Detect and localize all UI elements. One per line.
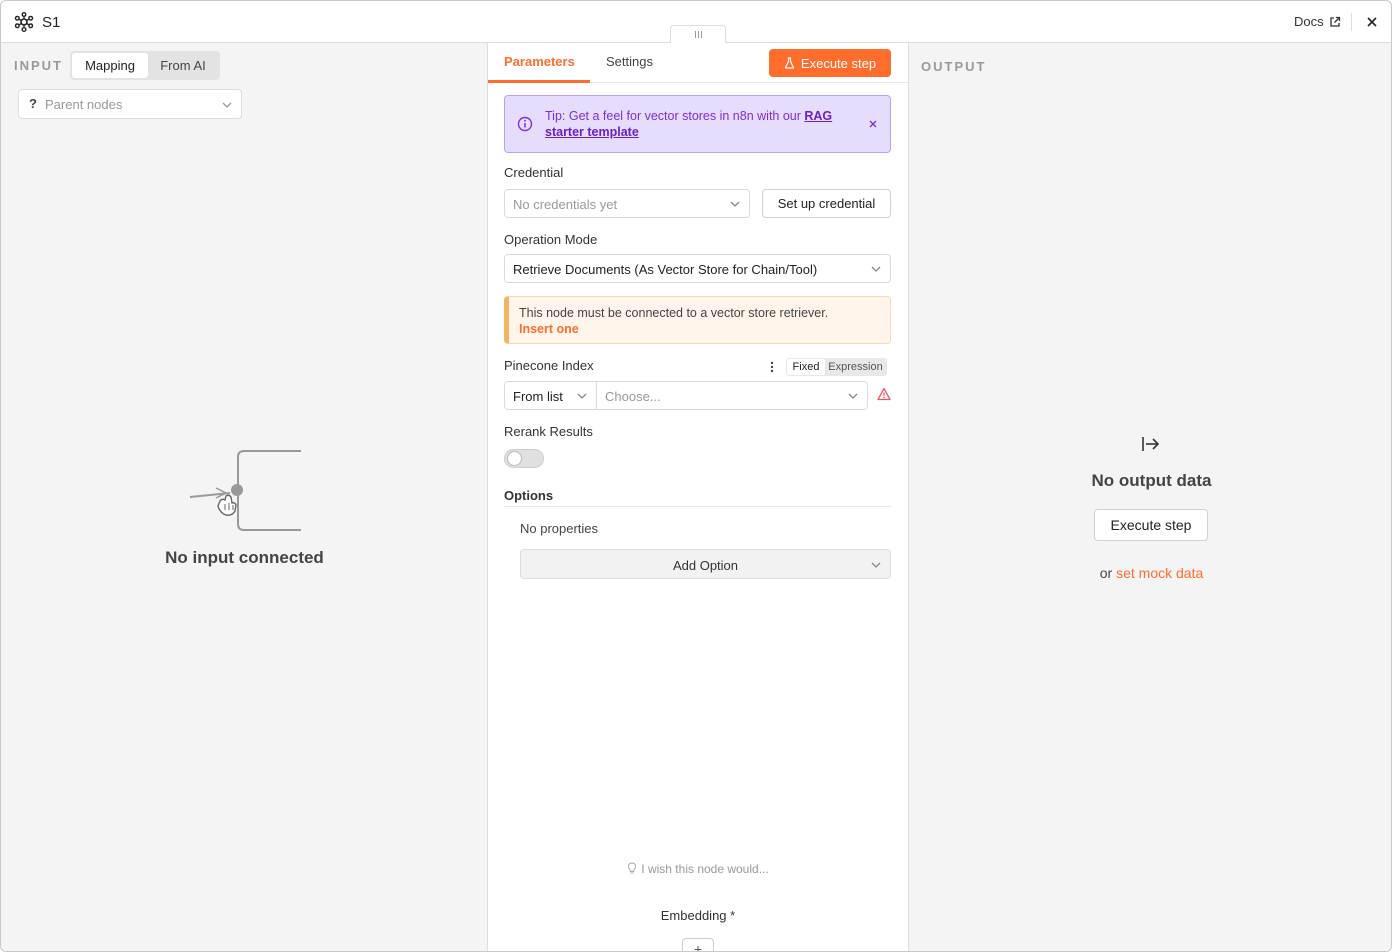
toggle-expression[interactable]: Expression — [825, 359, 886, 375]
close-tip-icon[interactable] — [868, 119, 878, 129]
no-input-message: No input connected — [165, 548, 324, 567]
pinecone-index-select[interactable]: Choose... — [596, 381, 868, 410]
chevron-down-icon — [871, 562, 881, 568]
operation-mode-value: Retrieve Documents (As Vector Store for … — [513, 262, 818, 277]
output-panel-label: OUTPUT — [921, 59, 987, 74]
drag-handle[interactable] — [670, 25, 726, 43]
execute-step-label: Execute step — [800, 55, 877, 71]
external-link-icon — [1329, 16, 1340, 27]
operation-mode-select[interactable]: Retrieve Documents (As Vector Store for … — [504, 254, 891, 283]
docs-label: Docs — [1294, 14, 1324, 29]
flask-icon — [784, 57, 795, 69]
set-mock-data-link[interactable]: set mock data — [1116, 565, 1203, 581]
credential-placeholder: No credentials yet — [513, 197, 618, 212]
switch-knob — [507, 451, 522, 466]
retriever-warning: This node must be connected to a vector … — [504, 296, 891, 344]
options-label: Options — [504, 488, 554, 503]
mock-data-line: or set mock data — [909, 565, 1391, 581]
index-mode-value: From list — [513, 389, 563, 404]
chevron-down-icon — [730, 201, 740, 207]
execute-step-button[interactable]: Execute step — [769, 49, 891, 77]
input-panel: INPUT Mapping From AI ? Parent nodes No … — [1, 43, 488, 951]
output-execute-step-button[interactable]: Execute step — [1094, 509, 1208, 541]
fixed-expression-toggle: Fixed Expression — [786, 358, 887, 376]
modal-header: S1 Docs — [1, 1, 1391, 43]
node-title[interactable]: S1 — [42, 14, 60, 31]
add-option-label: Add Option — [672, 558, 739, 573]
node-details-modal: S1 Docs INPUT Mapping From AI ? Parent n… — [0, 0, 1392, 952]
tip-callout: Tip: Get a feel for vector stores in n8n… — [504, 95, 891, 153]
add-embedding-button[interactable]: + — [682, 938, 714, 951]
header-divider — [1351, 13, 1352, 31]
tab-from-ai[interactable]: From AI — [148, 53, 218, 78]
embedding-connector-label: Embedding * — [660, 908, 736, 923]
node-logo-icon — [14, 12, 34, 32]
warning-text: This node must be connected to a vector … — [519, 306, 829, 320]
tab-mapping[interactable]: Mapping — [72, 53, 148, 78]
chevron-down-icon — [222, 102, 232, 108]
no-output-message: No output data — [1091, 471, 1212, 490]
mock-prefix: or — [1099, 565, 1117, 581]
credential-select[interactable]: No credentials yet — [504, 189, 750, 218]
insert-one-link[interactable]: Insert one — [519, 322, 579, 336]
input-mode-toggle: Mapping From AI — [70, 51, 220, 80]
no-input-illustration-icon — [189, 450, 301, 531]
set-up-credential-button[interactable]: Set up credential — [762, 189, 891, 218]
no-properties-text: No properties — [520, 521, 599, 536]
pinecone-index-label: Pinecone Index — [504, 358, 594, 373]
tab-settings[interactable]: Settings — [606, 54, 653, 69]
parameters-panel: Parameters Settings Execute step Tip: Ge… — [488, 43, 908, 951]
more-options-icon[interactable] — [769, 360, 775, 374]
pinecone-index-placeholder: Choose... — [605, 389, 661, 404]
index-mode-select[interactable]: From list — [504, 381, 597, 410]
tab-parameters[interactable]: Parameters — [504, 54, 575, 69]
options-divider — [504, 506, 891, 507]
add-option-button[interactable]: Add Option — [520, 549, 891, 579]
feedback-link[interactable]: I wish this node would... — [488, 862, 908, 876]
chevron-down-icon — [577, 393, 587, 399]
credential-label: Credential — [504, 165, 564, 180]
question-icon: ? — [29, 96, 37, 111]
lightbulb-icon — [628, 862, 637, 874]
parameters-tabs: Parameters Settings Execute step — [488, 43, 908, 83]
close-icon[interactable] — [1363, 13, 1381, 31]
docs-link[interactable]: Docs — [1294, 14, 1341, 29]
tip-text: Tip: Get a feel for vector stores in n8n… — [545, 108, 855, 140]
input-panel-label: INPUT — [14, 58, 63, 73]
parent-nodes-select[interactable]: ? Parent nodes — [18, 89, 242, 119]
rerank-results-label: Rerank Results — [504, 424, 593, 439]
warning-triangle-icon — [877, 387, 891, 401]
feedback-text: I wish this node would... — [641, 862, 769, 876]
info-icon — [517, 116, 533, 132]
chevron-down-icon — [848, 393, 858, 399]
active-tab-indicator — [488, 80, 590, 83]
rerank-results-switch[interactable] — [504, 449, 544, 468]
tip-body: Tip: Get a feel for vector stores in n8n… — [545, 109, 805, 123]
operation-mode-label: Operation Mode — [504, 232, 598, 247]
toggle-fixed[interactable]: Fixed — [787, 359, 825, 375]
output-arrow-icon — [1142, 437, 1160, 451]
chevron-down-icon — [871, 266, 881, 272]
parent-nodes-placeholder: Parent nodes — [45, 97, 123, 112]
output-panel: OUTPUT No output data Execute step or se… — [908, 43, 1391, 951]
